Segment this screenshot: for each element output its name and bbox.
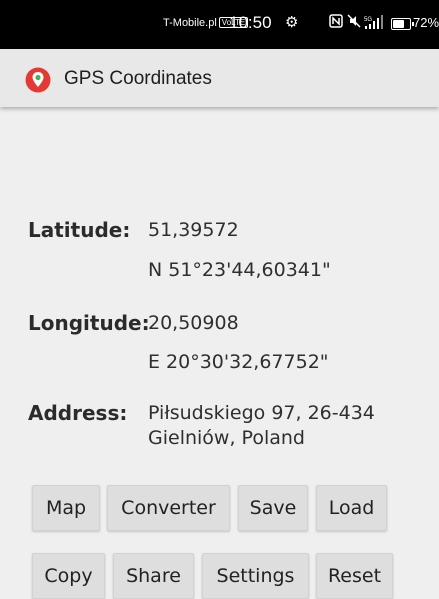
- battery-percent: 72%: [413, 15, 439, 30]
- page-title: GPS Coordinates: [64, 68, 212, 89]
- save-button[interactable]: Save: [238, 485, 308, 531]
- map-button[interactable]: Map: [32, 485, 100, 531]
- copy-button[interactable]: Copy: [32, 553, 105, 599]
- signal-5g-icon: 5G: [364, 14, 386, 30]
- app-bar: GPS Coordinates: [0, 49, 439, 107]
- battery-icon: [391, 18, 414, 30]
- longitude-decimal: 20,50908: [148, 312, 239, 334]
- reset-button[interactable]: Reset: [316, 553, 393, 599]
- status-time: 10:50: [229, 13, 272, 32]
- status-bar: T-Mobile.pl VoLTE 10:50 ⚙ 5G 72%: [0, 0, 439, 49]
- latitude-label: Latitude:: [28, 218, 131, 242]
- address-line1: Piłsudskiego 97, 26-434: [148, 402, 375, 424]
- longitude-label: Longitude:: [28, 311, 150, 335]
- address-line2: Gielniów, Poland: [148, 427, 305, 449]
- settings-gear-icon: ⚙: [285, 14, 299, 31]
- mute-icon: [347, 14, 361, 31]
- latitude-decimal: 51,39572: [148, 219, 239, 241]
- settings-button[interactable]: Settings: [202, 553, 309, 599]
- converter-button[interactable]: Converter: [107, 485, 230, 531]
- svg-text:5G: 5G: [364, 17, 372, 23]
- location-pin-icon: [25, 67, 51, 93]
- nfc-icon: [329, 14, 343, 31]
- address-label: Address:: [28, 401, 128, 425]
- latitude-dms: N 51°23'44,60341": [148, 259, 331, 281]
- share-button[interactable]: Share: [113, 553, 194, 599]
- load-button[interactable]: Load: [316, 485, 387, 531]
- longitude-dms: E 20°30'32,67752": [148, 351, 329, 373]
